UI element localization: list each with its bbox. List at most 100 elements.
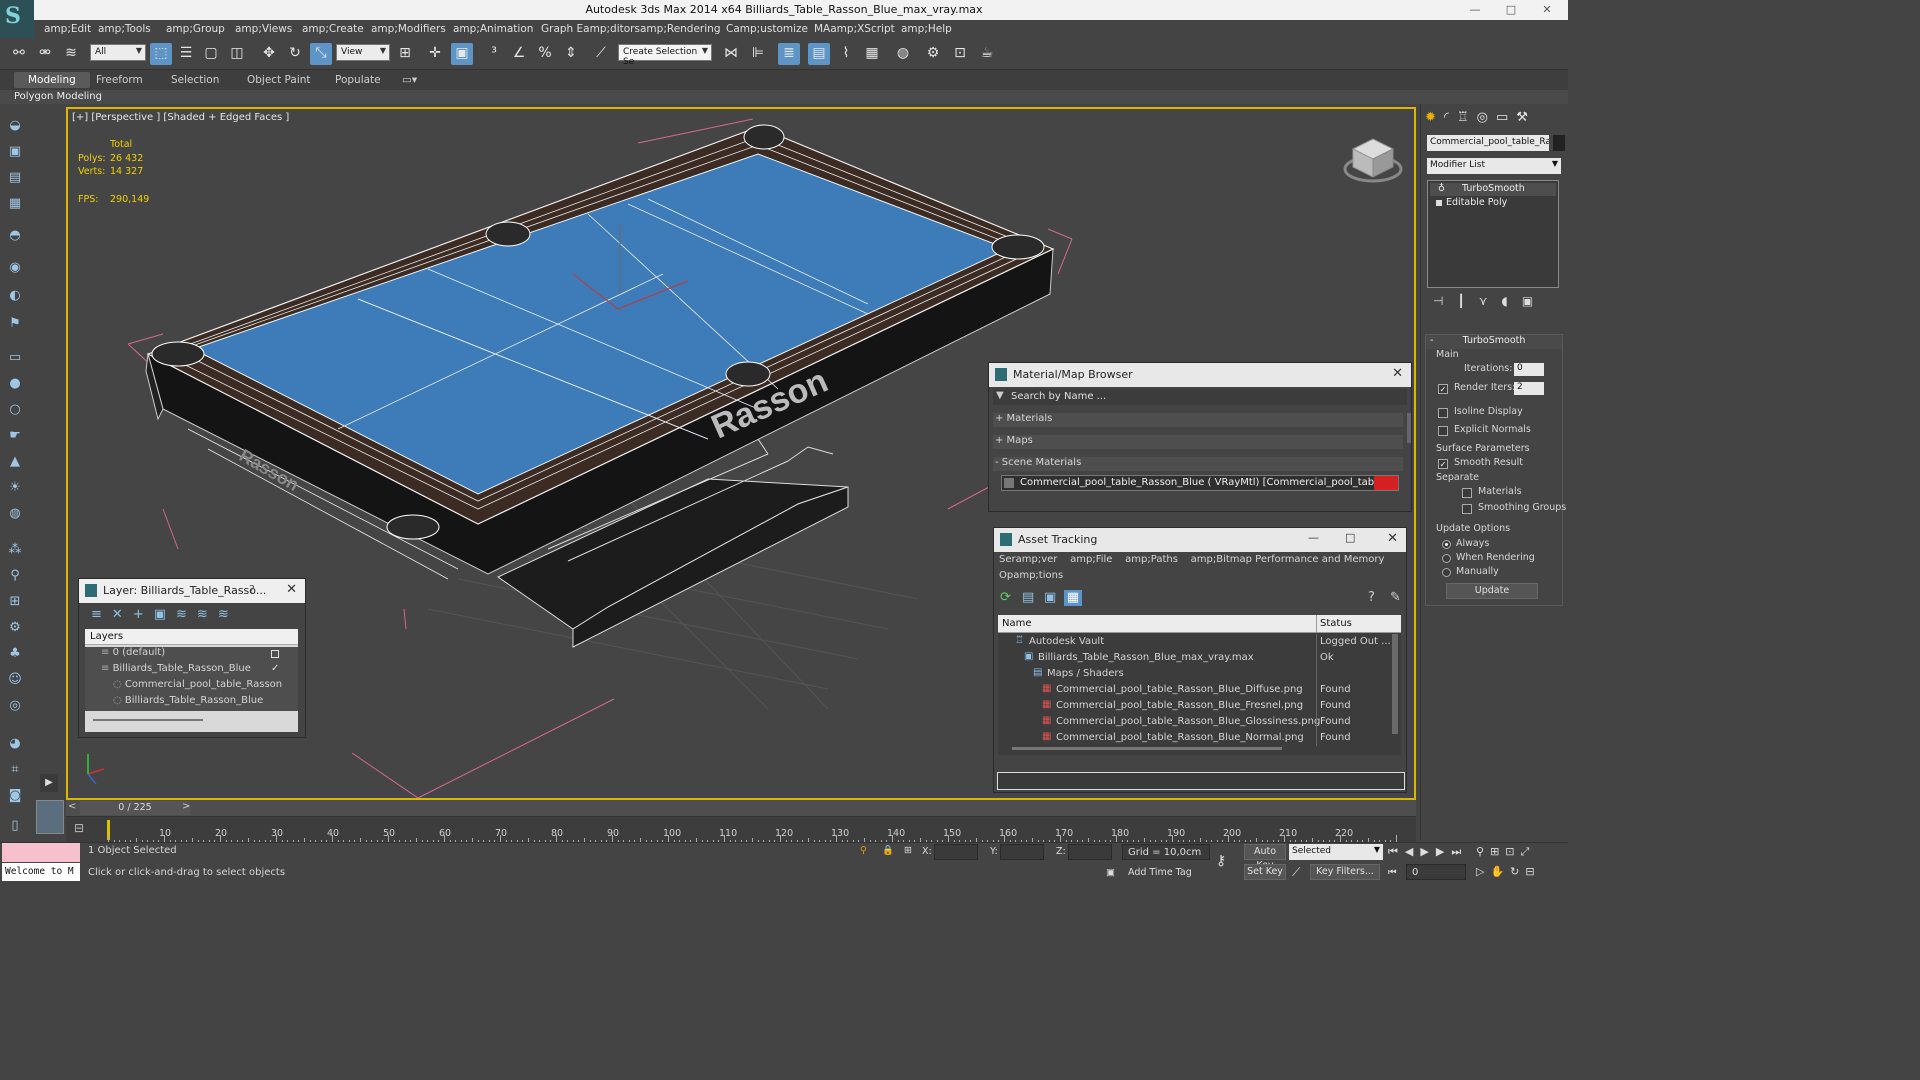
asset-row[interactable]: ▦ Commercial_pool_table_Rasson_Blue_Fresn… xyxy=(998,698,1388,714)
time-tag-icon[interactable]: ▣ xyxy=(1106,867,1115,878)
paint-icon[interactable]: ◓ xyxy=(5,226,25,246)
menu-create[interactable]: amp;Create xyxy=(302,23,364,35)
keyboard-shortcut-icon[interactable]: ▣ xyxy=(451,43,473,65)
minimize-button[interactable]: — xyxy=(1308,531,1319,544)
cone-icon[interactable]: ▲ xyxy=(5,452,25,472)
configure-sets-icon[interactable]: ▣ xyxy=(1522,294,1547,308)
hierarchy-tab-icon[interactable]: ♖ xyxy=(1457,110,1477,125)
asset-row[interactable]: ▤ Maps / Shaders xyxy=(998,666,1388,682)
align-icon[interactable]: ⊫ xyxy=(747,43,769,65)
ribbon-options-icon[interactable]: ▭▾ xyxy=(388,72,431,88)
isolate-selection-icon[interactable]: ⚲ xyxy=(860,845,867,856)
vertical-scrollbar[interactable] xyxy=(1407,413,1411,443)
zoom-all-icon[interactable]: ⊞ xyxy=(1490,845,1505,858)
render-iters-spinner[interactable]: 2 xyxy=(1514,382,1544,395)
pan-icon[interactable]: ✋ xyxy=(1490,865,1510,878)
earth-icon[interactable]: ◕ xyxy=(5,734,25,754)
update-button[interactable]: Update xyxy=(1446,583,1538,599)
layer-row[interactable]: ≡ 0 (default) xyxy=(85,647,298,663)
plant-icon[interactable]: ♣ xyxy=(5,644,25,664)
current-frame-field[interactable]: 0 xyxy=(1406,864,1466,880)
particle-icon[interactable]: ⁂ xyxy=(5,540,25,560)
menu-customize[interactable]: Camp;ustomize xyxy=(726,23,808,35)
maximize-viewport-icon[interactable]: ⤢ xyxy=(1521,845,1536,858)
link-icon[interactable]: ⚯ xyxy=(8,43,30,65)
menu-bitmap-performance[interactable]: amp;Bitmap Performance and Memory xyxy=(1191,554,1385,565)
plane-icon[interactable]: ▦ xyxy=(5,194,25,214)
cylinder-icon[interactable]: ▤ xyxy=(5,168,25,188)
spinner-snap-icon[interactable]: ⇕ xyxy=(560,43,582,65)
refresh-icon[interactable]: ⟳ xyxy=(1000,590,1011,605)
gear-icon[interactable]: ⚙ xyxy=(5,618,25,638)
scene-materials-group[interactable]: - Scene Materials xyxy=(993,457,1403,471)
mat-search-input[interactable]: Search by Name ... xyxy=(1011,391,1106,402)
asset-tracking-close-icon[interactable]: ✕ xyxy=(1387,531,1398,546)
menu-views[interactable]: amp;Views xyxy=(235,23,292,35)
move-icon[interactable]: ✥ xyxy=(258,43,280,65)
polygon-modeling-label[interactable]: Polygon Modeling xyxy=(14,91,102,102)
lightbulb-icon[interactable]: ♁ xyxy=(1438,183,1445,194)
auto-key-button[interactable]: Auto Key xyxy=(1244,844,1286,871)
highlight-layer-icon[interactable]: ≋ xyxy=(176,607,197,622)
reference-coordinate-dropdown[interactable]: View ▼ xyxy=(336,44,390,61)
tab-object-paint[interactable]: Object Paint xyxy=(233,72,325,88)
asset-row[interactable]: ♖ Autodesk Vault Logged Out ... xyxy=(998,634,1391,650)
layer-row[interactable]: ◌ Billiards_Table_Rasson_Blue xyxy=(85,695,298,711)
render-setup-icon[interactable]: ⚙ xyxy=(922,43,944,65)
tab-modeling[interactable]: Modeling xyxy=(14,72,90,88)
x-coordinate-field[interactable] xyxy=(934,844,978,860)
z-coordinate-field[interactable] xyxy=(1068,844,1112,860)
materials-group[interactable]: + Materials xyxy=(993,413,1403,427)
menu-maxscript[interactable]: MAamp;XScript xyxy=(814,23,895,35)
utilities-tab-icon[interactable]: ⚒ xyxy=(1516,110,1536,125)
tab-freeform[interactable]: Freeform xyxy=(82,72,157,88)
layer-row[interactable]: ◌ Commercial_pool_table_Rasson xyxy=(85,679,298,695)
maximize-button[interactable]: □ xyxy=(1345,531,1355,544)
create-layer-icon[interactable]: ≡ xyxy=(91,607,112,622)
file-icon[interactable]: ▯ xyxy=(5,816,25,836)
selection-filter-dropdown[interactable]: All ▼ xyxy=(90,44,146,61)
field-of-view-icon[interactable]: ▷ xyxy=(1476,865,1490,878)
collapse-icon[interactable] xyxy=(1436,200,1442,206)
named-selection-sets-dropdown[interactable]: Create Selection Se ▼ xyxy=(618,44,712,67)
unlink-icon[interactable]: ⚮ xyxy=(34,43,56,65)
menu-animation[interactable]: amp;Animation xyxy=(453,23,533,35)
edit-named-selection-icon[interactable]: ⟋ xyxy=(590,43,612,65)
asset-path-field[interactable] xyxy=(997,772,1405,790)
pivot-center-icon[interactable]: ⊞ xyxy=(394,43,416,65)
asset-row[interactable]: ▦ Commercial_pool_table_Rasson_Blue_Norma… xyxy=(998,730,1388,746)
menu-paths[interactable]: amp;Paths xyxy=(1125,554,1178,565)
asset-row[interactable]: ▦ Commercial_pool_table_Rasson_Blue_Diffu… xyxy=(998,682,1388,698)
object-color-swatch[interactable] xyxy=(1553,135,1565,151)
curve-editor-icon[interactable]: ⌇ xyxy=(835,43,857,65)
smoothing-groups-checkbox[interactable] xyxy=(1462,504,1472,514)
separate-materials-checkbox[interactable] xyxy=(1462,488,1472,498)
layer-manager-icon[interactable]: ≣ xyxy=(778,43,800,65)
menu-group[interactable]: amp;Group xyxy=(166,23,225,35)
column-status[interactable]: Status xyxy=(1320,618,1352,629)
window-crossing-icon[interactable]: ◫ xyxy=(226,43,248,65)
next-frame-icon[interactable]: ▶ xyxy=(1436,845,1451,858)
rendered-frame-window-icon[interactable]: ⊡ xyxy=(949,43,971,65)
app-logo-button[interactable]: S xyxy=(0,0,34,38)
manually-radio[interactable] xyxy=(1442,568,1451,577)
render-production-icon[interactable]: ☕ xyxy=(976,43,998,65)
angle-snap-icon[interactable]: ∠ xyxy=(508,43,530,65)
mat-search-bar[interactable]: ▼ Search by Name ... xyxy=(993,389,1407,405)
mirror-icon[interactable]: ⋈ xyxy=(720,43,742,65)
biped-icon[interactable]: ☺ xyxy=(5,670,25,690)
modifier-list-dropdown[interactable]: Modifier List ▼ xyxy=(1427,158,1561,174)
maxscript-output[interactable]: Welcome to M xyxy=(2,863,80,881)
layer-dialog-title-bar[interactable]: Layer: Billiards_Table_Rasso... ? ✕ xyxy=(79,579,305,603)
maximize-button[interactable]: □ xyxy=(1496,2,1526,18)
create-tab-icon[interactable]: ✹ xyxy=(1425,110,1444,125)
select-in-layer-icon[interactable]: ▣ xyxy=(154,607,176,622)
column-name[interactable]: Name xyxy=(1002,618,1032,629)
list-view-icon[interactable]: ▤ xyxy=(1022,590,1034,605)
add-time-tag[interactable]: Add Time Tag xyxy=(1128,867,1192,878)
disc-icon[interactable]: ◍ xyxy=(5,504,25,524)
delete-layer-icon[interactable]: ✕ xyxy=(112,607,133,622)
menu-graph-editors[interactable]: Graph Eamp;ditors xyxy=(541,23,640,35)
options-icon[interactable]: ✎ xyxy=(1390,590,1401,605)
box-icon[interactable]: ▣ xyxy=(5,142,25,162)
